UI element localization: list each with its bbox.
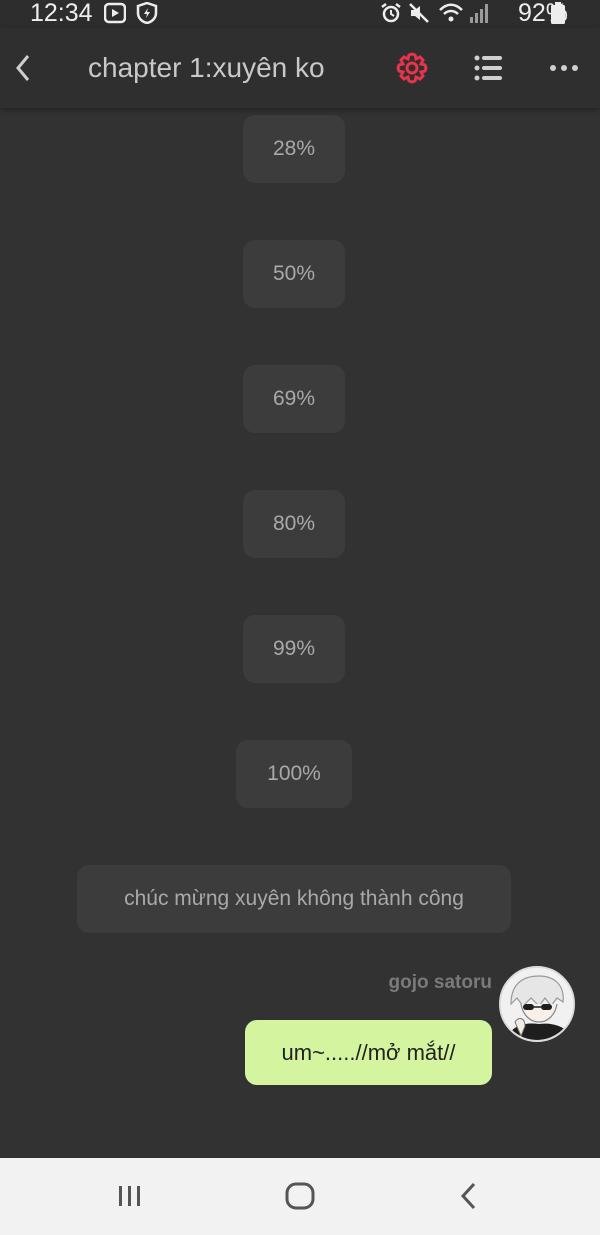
list-icon[interactable]: [466, 46, 510, 90]
system-message: chúc mừng xuyên không thành công: [77, 865, 511, 933]
progress-bubble: 69%: [243, 365, 345, 433]
alarm-icon: [381, 3, 401, 23]
settings-gear-icon[interactable]: [390, 46, 434, 90]
back-arrow-icon[interactable]: [4, 46, 48, 90]
chapter-title: chapter 1:xuyên ko: [88, 52, 325, 83]
character-message-bubble: um~.....//mở mắt//: [245, 1020, 492, 1085]
progress-bubble: 100%: [236, 740, 352, 808]
system-nav-bar: [0, 1158, 600, 1235]
recent-apps-icon[interactable]: [110, 1176, 150, 1216]
back-icon[interactable]: [450, 1176, 490, 1216]
progress-bubble: 80%: [243, 490, 345, 558]
shield-icon: [136, 2, 158, 24]
progress-bubble: 28%: [243, 115, 345, 183]
battery-icon: [551, 2, 565, 24]
signal-icon: [470, 4, 488, 23]
sender-name: gojo satoru: [388, 972, 492, 993]
wifi-icon: [439, 3, 463, 22]
mute-icon: [409, 3, 429, 23]
avatar[interactable]: [499, 966, 575, 1042]
status-bar: 12:34 92%: [0, 0, 600, 28]
character-avatar-image: [501, 968, 573, 1040]
video-icon: [104, 2, 126, 24]
app-bar: chapter 1:xuyên ko: [0, 28, 600, 108]
home-icon[interactable]: [280, 1176, 320, 1216]
progress-bubble: 50%: [243, 240, 345, 308]
more-dots-icon[interactable]: [542, 46, 586, 90]
status-time: 12:34: [30, 0, 93, 27]
progress-bubble: 99%: [243, 615, 345, 683]
